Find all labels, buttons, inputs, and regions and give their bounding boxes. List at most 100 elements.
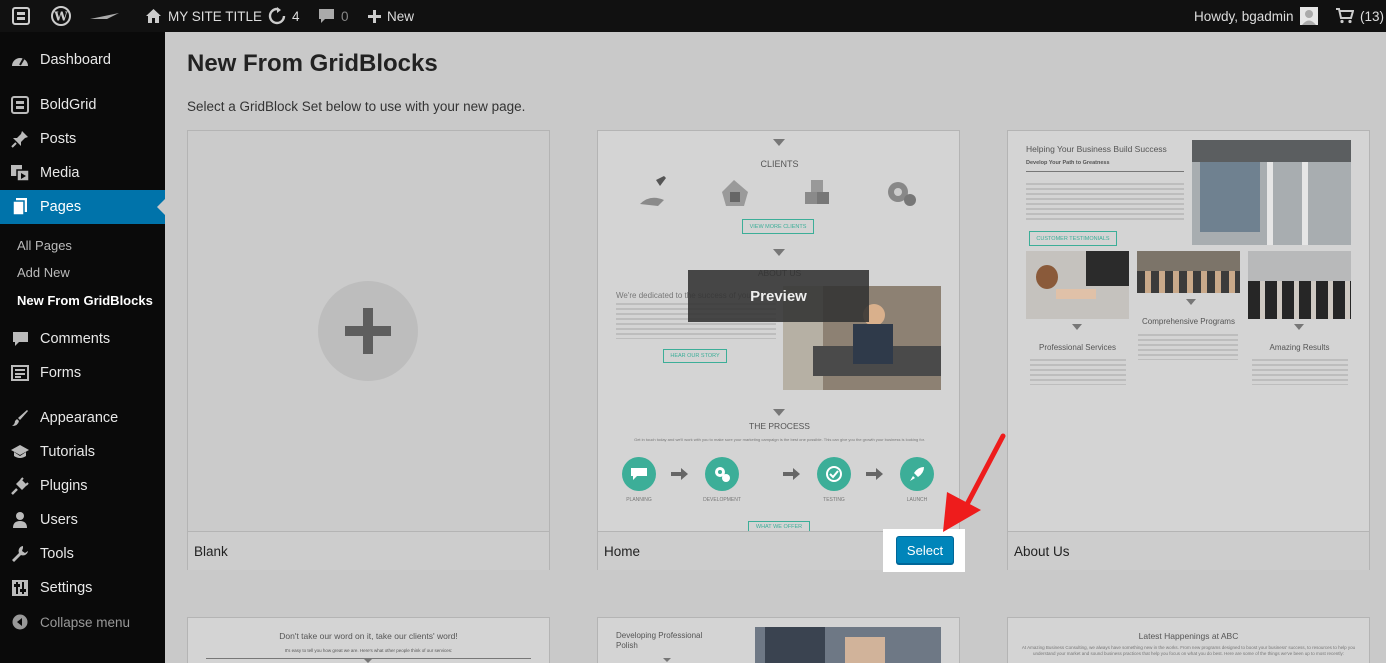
- card-footer: Blank: [188, 531, 549, 570]
- boldgrid-menu-icon[interactable]: [12, 0, 30, 32]
- sidebar-item-label: Settings: [40, 580, 93, 596]
- sidebar-item-label: Plugins: [40, 478, 88, 494]
- annotation-arrow-icon: [943, 433, 1006, 532]
- arrow-right-icon: [671, 468, 688, 480]
- svg-text:W: W: [53, 10, 68, 24]
- collapse-menu-button[interactable]: Collapse menu: [0, 605, 165, 639]
- chevron-down-icon: [773, 139, 785, 146]
- inspirations-icon[interactable]: [89, 0, 121, 32]
- sidebar-item-media[interactable]: Media: [0, 156, 165, 190]
- process-heading: THE PROCESS: [749, 421, 810, 431]
- card-thumbnail: Helping Your Business Build Success Deve…: [1008, 131, 1369, 531]
- chevron-down-icon: [1294, 324, 1304, 330]
- sidebar-item-dashboard[interactable]: Dashboard: [0, 43, 165, 77]
- site-title: MY SITE TITLE: [168, 8, 263, 24]
- comments-link[interactable]: 0: [318, 0, 349, 32]
- column-text: [1138, 334, 1238, 360]
- plug-icon: [0, 477, 40, 495]
- card-body-text: At Amazing Business Consulting, we alway…: [1021, 645, 1356, 656]
- step-label: LAUNCH: [906, 497, 928, 503]
- sidebar-item-posts[interactable]: Posts: [0, 122, 165, 156]
- gridblock-card-testimonials[interactable]: Don't take our word on it, take our clie…: [187, 617, 550, 663]
- sidebar-item-label: Media: [40, 165, 80, 181]
- sidebar-item-plugins[interactable]: Plugins: [0, 469, 165, 503]
- gridblock-card-home[interactable]: CLIENTS VIEW MORE CLIENTS ABOUT US We're…: [597, 130, 960, 570]
- new-content-link[interactable]: New: [368, 0, 414, 32]
- column-heading: Professional Services: [1039, 343, 1116, 352]
- about-heading: Helping Your Business Build Success: [1026, 144, 1167, 154]
- card-footer: About Us: [1008, 531, 1369, 570]
- tools-logo-icon: [640, 176, 666, 206]
- chevron-down-icon: [663, 658, 671, 662]
- sidebar-item-comments[interactable]: Comments: [0, 322, 165, 356]
- gears-logo-icon: [888, 182, 916, 206]
- select-button[interactable]: Select: [896, 536, 954, 564]
- chevron-down-icon: [773, 249, 785, 256]
- add-circle: [318, 281, 418, 381]
- settings-icon: [0, 579, 40, 597]
- card-name: Blank: [194, 544, 228, 559]
- card-name: Home: [604, 544, 641, 559]
- testing-step-icon: [817, 457, 851, 491]
- sidebar-item-label: Appearance: [40, 410, 119, 426]
- card-thumbnail: Don't take our word on it, take our clie…: [188, 618, 549, 663]
- sidebar-item-forms[interactable]: Forms: [0, 356, 165, 390]
- chevron-down-icon: [773, 409, 785, 416]
- step-label: DEVELOPMENT: [703, 497, 741, 503]
- sidebar-item-pages[interactable]: Pages: [0, 190, 165, 224]
- gridblock-card-blank[interactable]: Blank: [187, 130, 550, 570]
- avatar: [1299, 7, 1318, 25]
- site-name-link[interactable]: MY SITE TITLE: [145, 0, 262, 32]
- my-account-link[interactable]: Howdy, bgadmin: [1194, 0, 1318, 32]
- preview-button[interactable]: Preview: [688, 270, 869, 322]
- card-heading: Don't take our word on it, take our clie…: [279, 631, 458, 641]
- chevron-down-icon: [1186, 299, 1196, 305]
- cart-link[interactable]: (13): [1336, 0, 1384, 32]
- card-thumbnail: [188, 131, 549, 531]
- page-title: New From GridBlocks: [187, 50, 438, 77]
- sidebar-item-label: Forms: [40, 365, 82, 381]
- step-label: PLANNING: [626, 497, 652, 503]
- sidebar-item-tools[interactable]: Tools: [0, 537, 165, 571]
- howdy-text: Howdy, bgadmin: [1194, 8, 1294, 24]
- handshake-photo: [1026, 251, 1129, 319]
- development-step-icon: [705, 457, 739, 491]
- boldgrid-icon: [0, 96, 40, 114]
- team-photo: [1248, 251, 1351, 319]
- sidebar-item-users[interactable]: Users: [0, 503, 165, 537]
- sidebar-item-label: BoldGrid: [40, 97, 97, 113]
- card-thumbnail: CLIENTS VIEW MORE CLIENTS ABOUT US We're…: [598, 131, 959, 531]
- planning-step-icon: [622, 457, 656, 491]
- submenu-new-from-gridblocks[interactable]: New From GridBlocks: [17, 293, 153, 308]
- hear-our-story-button: HEAR OUR STORY: [663, 349, 727, 363]
- updates-link[interactable]: 4: [268, 0, 300, 32]
- pin-icon: [0, 130, 40, 148]
- sidebar-item-appearance[interactable]: Appearance: [0, 401, 165, 435]
- wordpress-logo-icon[interactable]: W: [51, 0, 71, 32]
- what-we-offer-button: WHAT WE OFFER: [748, 521, 810, 531]
- launch-step-icon: [900, 457, 934, 491]
- collapse-arrow-icon: [0, 614, 40, 630]
- media-icon: [0, 164, 40, 182]
- process-text: Get in touch today and we'll work with y…: [634, 437, 925, 442]
- wrench-icon: [0, 545, 40, 563]
- sidebar-item-label: Pages: [40, 199, 82, 215]
- submenu-add-new[interactable]: Add New: [17, 265, 70, 280]
- column-text: [1252, 359, 1348, 385]
- gridblock-card-news[interactable]: Latest Happenings at ABC At Amazing Busi…: [1007, 617, 1370, 663]
- customer-testimonials-button: CUSTOMER TESTIMONIALS: [1029, 231, 1117, 246]
- sidebar-item-boldgrid[interactable]: BoldGrid: [0, 88, 165, 122]
- submenu-all-pages[interactable]: All Pages: [17, 238, 72, 253]
- about-body-text: [1026, 183, 1184, 223]
- step-label: TESTING: [823, 497, 845, 503]
- plus-icon: [368, 9, 381, 23]
- gridblock-card-about-us[interactable]: Helping Your Business Build Success Deve…: [1007, 130, 1370, 570]
- sidebar-item-tutorials[interactable]: Tutorials: [0, 435, 165, 469]
- sidebar-item-label: Users: [40, 512, 78, 528]
- sidebar-item-label: Tutorials: [40, 444, 96, 460]
- card-heading: Developing Professional Polish: [616, 631, 703, 650]
- sidebar-item-settings[interactable]: Settings: [0, 571, 165, 605]
- collapse-menu-label: Collapse menu: [40, 614, 131, 630]
- card-thumbnail: Developing Professional Polish: [598, 618, 959, 663]
- gridblock-card-professional[interactable]: Developing Professional Polish: [597, 617, 960, 663]
